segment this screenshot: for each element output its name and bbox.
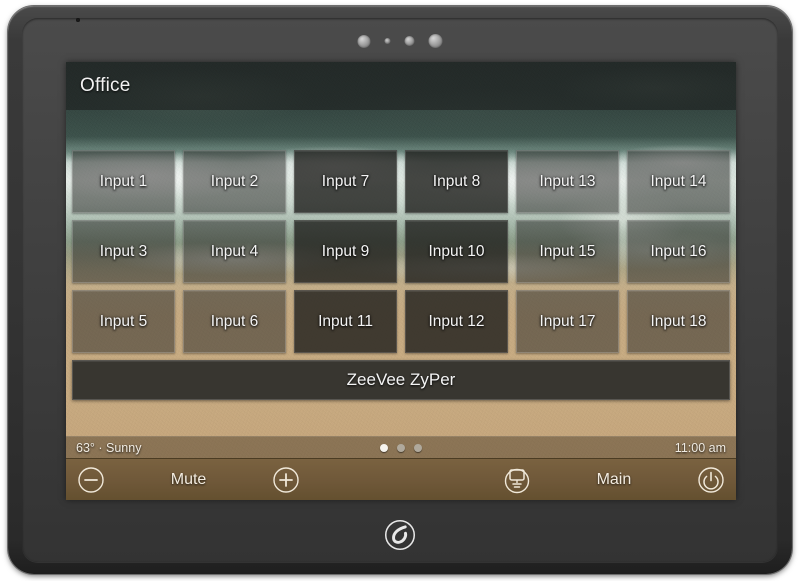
input-button-label: Input 9 bbox=[321, 242, 370, 260]
input-button[interactable]: Input 10 bbox=[405, 220, 508, 283]
panel-screen: Office Input 1 Input 2 Input 7 Input 8 I… bbox=[66, 62, 736, 500]
input-button-label: Input 5 bbox=[99, 312, 148, 330]
input-button[interactable]: Input 15 bbox=[516, 220, 619, 283]
zeevee-zyper-button[interactable]: ZeeVee ZyPer bbox=[72, 360, 730, 400]
input-button[interactable]: Input 2 bbox=[183, 150, 286, 213]
input-button-label: Input 12 bbox=[428, 312, 485, 330]
input-button[interactable]: Input 8 bbox=[405, 150, 508, 213]
input-button[interactable]: Input 4 bbox=[183, 220, 286, 283]
input-button-label: Input 1 bbox=[99, 172, 148, 190]
input-button[interactable]: Input 1 bbox=[72, 150, 175, 213]
input-button[interactable]: Input 13 bbox=[516, 150, 619, 213]
room-button[interactable]: Main bbox=[532, 471, 696, 489]
input-button[interactable]: Input 3 bbox=[72, 220, 175, 283]
microphone-icon bbox=[76, 18, 80, 22]
proximity-sensor-icon bbox=[404, 36, 415, 46]
input-button-label: Input 6 bbox=[210, 312, 259, 330]
input-button[interactable]: Input 6 bbox=[183, 290, 286, 353]
input-button-label: Input 13 bbox=[539, 172, 596, 190]
weather-status: 63° · Sunny bbox=[76, 440, 142, 455]
page-dot-3[interactable] bbox=[414, 443, 422, 452]
zeevee-zyper-label: ZeeVee ZyPer bbox=[346, 370, 456, 389]
input-button-grid: Input 1 Input 2 Input 7 Input 8 Input 13… bbox=[72, 150, 730, 353]
camera-icon bbox=[357, 34, 371, 48]
status-led-icon bbox=[428, 34, 443, 48]
screen-header: Office bbox=[66, 62, 736, 110]
input-button[interactable]: Input 7 bbox=[294, 150, 397, 213]
status-bar: 63° · Sunny 11:00 am bbox=[66, 436, 736, 458]
clock: 11:00 am bbox=[674, 440, 726, 455]
crestron-logo-icon[interactable] bbox=[381, 516, 419, 554]
minus-circle-icon[interactable] bbox=[76, 465, 106, 495]
input-button[interactable]: Input 11 bbox=[294, 290, 397, 353]
input-button-label: Input 18 bbox=[650, 312, 707, 330]
power-circle-icon[interactable] bbox=[696, 465, 726, 495]
sensor-cluster bbox=[357, 34, 443, 48]
control-bar: Mute Main bbox=[66, 458, 736, 500]
input-button[interactable]: Input 12 bbox=[405, 290, 508, 353]
input-button-label: Input 10 bbox=[428, 242, 485, 260]
input-button[interactable]: Input 18 bbox=[627, 290, 730, 353]
input-button-label: Input 8 bbox=[432, 172, 481, 190]
input-button[interactable]: Input 9 bbox=[294, 220, 397, 283]
input-button[interactable]: Input 14 bbox=[627, 150, 730, 213]
display-circle-icon[interactable] bbox=[502, 465, 532, 495]
page-indicator bbox=[380, 443, 422, 452]
input-button[interactable]: Input 17 bbox=[516, 290, 619, 353]
input-button-label: Input 3 bbox=[99, 242, 148, 260]
input-button-label: Input 16 bbox=[650, 242, 707, 260]
input-button[interactable]: Input 16 bbox=[627, 220, 730, 283]
input-button[interactable]: Input 5 bbox=[72, 290, 175, 353]
page-dot-2[interactable] bbox=[397, 443, 405, 452]
mute-button[interactable]: Mute bbox=[106, 471, 271, 489]
page-dot-1[interactable] bbox=[380, 443, 388, 452]
input-button-label: Input 15 bbox=[539, 242, 596, 260]
input-button-label: Input 7 bbox=[321, 172, 370, 190]
input-button-label: Input 14 bbox=[650, 172, 707, 190]
input-button-label: Input 17 bbox=[539, 312, 596, 330]
page-title: Office bbox=[80, 75, 131, 96]
input-button-label: Input 2 bbox=[210, 172, 259, 190]
plus-circle-icon[interactable] bbox=[271, 465, 301, 495]
input-button-label: Input 4 bbox=[210, 242, 259, 260]
input-button-label: Input 11 bbox=[318, 312, 373, 330]
light-sensor-icon bbox=[384, 38, 391, 44]
touch-panel-device: Office Input 1 Input 2 Input 7 Input 8 I… bbox=[8, 6, 792, 574]
